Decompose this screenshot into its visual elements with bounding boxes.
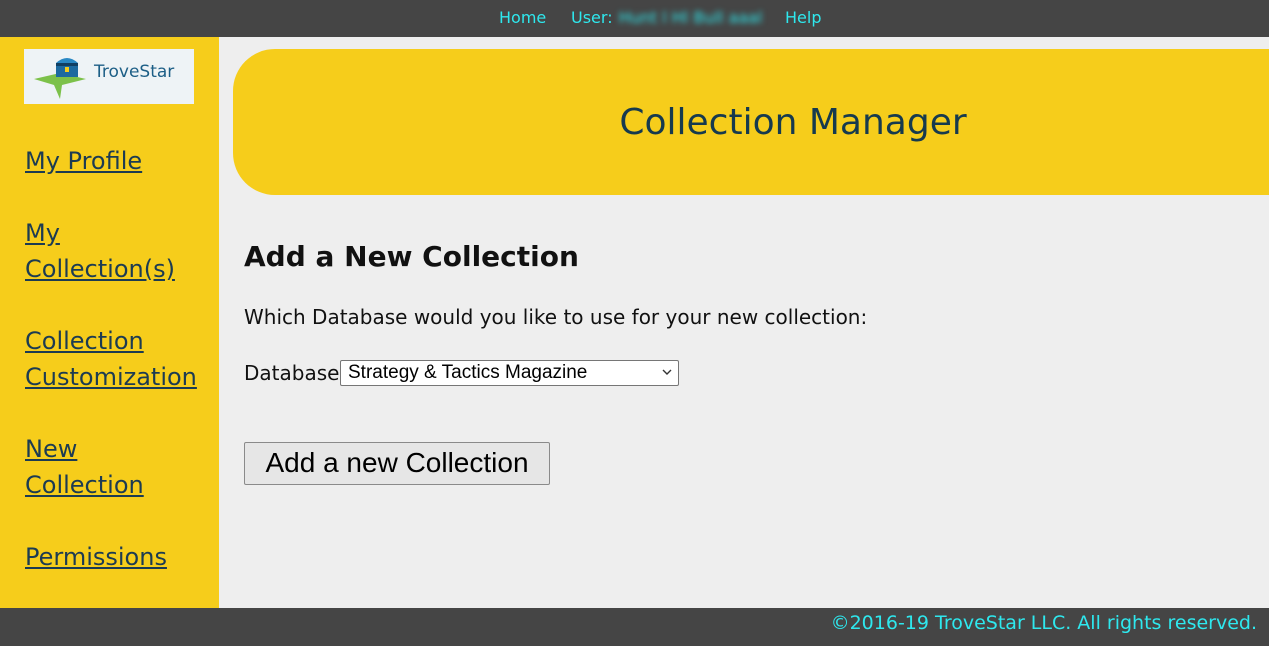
nav-user[interactable]: User: Hunt l Hl Bull aaal	[571, 9, 762, 27]
top-nav-bar: Home User: Hunt l Hl Bull aaal Help	[0, 0, 1269, 37]
copyright-text: ©2016-19 TroveStar LLC. All rights reser…	[830, 612, 1257, 634]
nav-help-link[interactable]: Help	[785, 9, 821, 27]
trovestar-logo[interactable]: TroveStar	[24, 49, 194, 104]
sidebar-item-permissions[interactable]: Permissions	[25, 539, 215, 575]
main-content: Collection Manager Add a New Collection …	[219, 37, 1269, 608]
database-select[interactable]: Strategy & Tactics Magazine	[340, 360, 679, 386]
database-label: Database:	[244, 361, 347, 385]
database-question: Which Database would you like to use for…	[244, 305, 868, 329]
sidebar: TroveStar My Profile My Collection(s) Co…	[0, 37, 219, 608]
nav-user-name[interactable]: Hunt l Hl Bull aaal	[619, 9, 763, 27]
nav-user-label: User:	[571, 8, 613, 27]
footer: ©2016-19 TroveStar LLC. All rights reser…	[0, 608, 1269, 646]
nav-home-link[interactable]: Home	[499, 9, 546, 27]
add-collection-button[interactable]: Add a new Collection	[244, 442, 550, 485]
sidebar-item-my-collections[interactable]: My Collection(s)	[25, 215, 185, 287]
logo-text: TroveStar	[94, 62, 175, 82]
sidebar-item-my-profile[interactable]: My Profile	[25, 143, 215, 179]
page-title: Collection Manager	[619, 102, 967, 143]
sidebar-item-collection-customization[interactable]: Collection Customization	[25, 323, 215, 395]
chevron-down-icon	[662, 369, 672, 375]
sidebar-item-new-collection[interactable]: New Collection	[25, 431, 175, 503]
treasure-chest-icon	[34, 58, 86, 99]
page-banner: Collection Manager	[233, 49, 1269, 195]
database-selected-value: Strategy & Tactics Magazine	[348, 362, 588, 383]
section-heading: Add a New Collection	[244, 240, 579, 273]
